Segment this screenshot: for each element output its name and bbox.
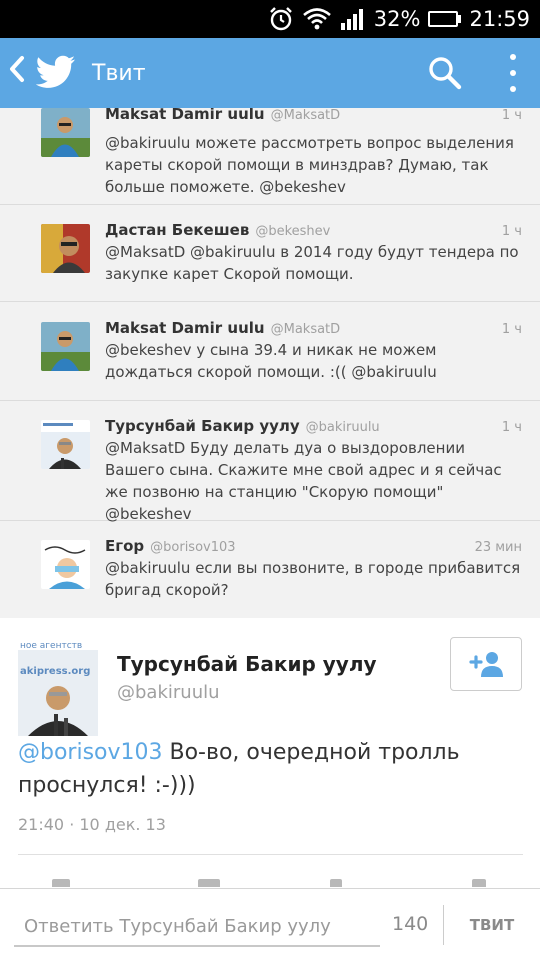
timestamp: 1 ч — [501, 322, 522, 337]
main-tweet: ное агентств akipress.org Турсунбай Баки… — [0, 618, 540, 888]
status-bar: 32% 21:59 — [0, 0, 540, 38]
tweet-button[interactable]: ТВИТ — [456, 905, 528, 945]
alarm-icon — [268, 6, 294, 32]
author-handle[interactable]: @MaksatD — [271, 322, 341, 337]
avatar[interactable] — [41, 224, 90, 273]
clock: 21:59 — [469, 7, 530, 31]
follow-button[interactable] — [450, 637, 522, 691]
avatar[interactable]: ное агентств akipress.org — [18, 636, 98, 736]
author-name[interactable]: Дастан Бекешев — [105, 221, 249, 239]
tweet-text: @MaksatD Буду делать дуа о выздоровлении… — [105, 439, 502, 523]
tweet-text: @borisov103 Во-во, очередной тролль прос… — [18, 736, 523, 802]
avatar-banner-line-1: ное агентств — [20, 641, 82, 651]
author-handle[interactable]: @borisov103 — [150, 540, 235, 555]
tweet-text: @bakiruulu можете рассмотреть вопрос выд… — [105, 134, 514, 196]
avatar[interactable] — [41, 420, 90, 469]
avatar[interactable] — [41, 322, 90, 371]
tweet-actions — [0, 873, 540, 887]
twitter-bird-icon[interactable] — [35, 55, 76, 91]
avatar-banner-line-2: akipress.org — [20, 666, 90, 677]
tweet-timestamp: 21:40 · 10 дек. 13 — [18, 815, 166, 834]
tweet-text: @bekeshev у сына 39.4 и никак не можем д… — [105, 341, 437, 381]
author-handle[interactable]: @bekeshev — [255, 224, 330, 239]
char-counter: 140 — [392, 913, 429, 935]
retweet-icon[interactable] — [198, 879, 220, 887]
list-item[interactable]: Дастан Бекешев @bekeshev 1 ч @MaksatD @ba… — [0, 205, 540, 302]
avatar[interactable] — [41, 108, 90, 157]
page-title: Твит — [92, 60, 146, 86]
back-chevron-icon[interactable] — [6, 53, 34, 93]
author-name[interactable]: Турсунбай Бакир уулу — [117, 652, 377, 676]
favorite-icon[interactable] — [330, 879, 342, 887]
overflow-menu-icon[interactable] — [506, 54, 520, 92]
list-item[interactable]: Егор @borisov103 23 мин @bakiruulu если в… — [0, 521, 540, 618]
avatar[interactable] — [41, 540, 90, 589]
add-user-icon — [469, 652, 503, 677]
battery-icon — [428, 11, 462, 27]
share-icon[interactable] — [472, 879, 486, 887]
tweet-text: @MaksatD @bakiruulu в 2014 году будут те… — [105, 243, 519, 283]
mention-link[interactable]: @borisov103 — [18, 740, 163, 765]
author-handle[interactable]: @bakiruulu — [306, 420, 380, 435]
battery-percent: 32% — [373, 7, 421, 31]
timestamp: 1 ч — [501, 224, 522, 239]
signal-icon — [340, 7, 366, 31]
wifi-icon — [302, 7, 332, 31]
list-item[interactable]: Maksat Damir uulu @MaksatD 1 ч @bakiruulu… — [0, 108, 540, 205]
author-name[interactable]: Maksat Damir uulu — [105, 108, 265, 123]
author-handle[interactable]: @bakiruulu — [117, 682, 220, 703]
reply-icon[interactable] — [52, 879, 70, 887]
author-name[interactable]: Maksat Damir uulu — [105, 319, 265, 337]
list-item[interactable]: Турсунбай Бакир уулу @bakiruulu 1 ч @Maks… — [0, 401, 540, 523]
search-icon[interactable] — [428, 56, 462, 90]
author-name[interactable]: Турсунбай Бакир уулу — [105, 417, 300, 435]
action-bar: Твит — [0, 38, 540, 108]
timestamp: 1 ч — [501, 108, 522, 123]
reply-input[interactable] — [14, 907, 380, 947]
author-handle[interactable]: @MaksatD — [271, 108, 341, 123]
divider — [443, 905, 444, 945]
conversation-list: Maksat Damir uulu @MaksatD 1 ч @bakiruulu… — [0, 108, 540, 618]
list-item[interactable]: Maksat Damir uulu @MaksatD 1 ч @bekeshev … — [0, 302, 540, 401]
author-name[interactable]: Егор — [105, 537, 144, 555]
reply-bar: 140 ТВИТ — [0, 888, 540, 960]
timestamp: 23 мин — [474, 540, 522, 555]
tweet-text: @bakiruulu если вы позвоните, в городе п… — [105, 559, 521, 599]
divider — [18, 854, 523, 855]
timestamp: 1 ч — [501, 420, 522, 435]
